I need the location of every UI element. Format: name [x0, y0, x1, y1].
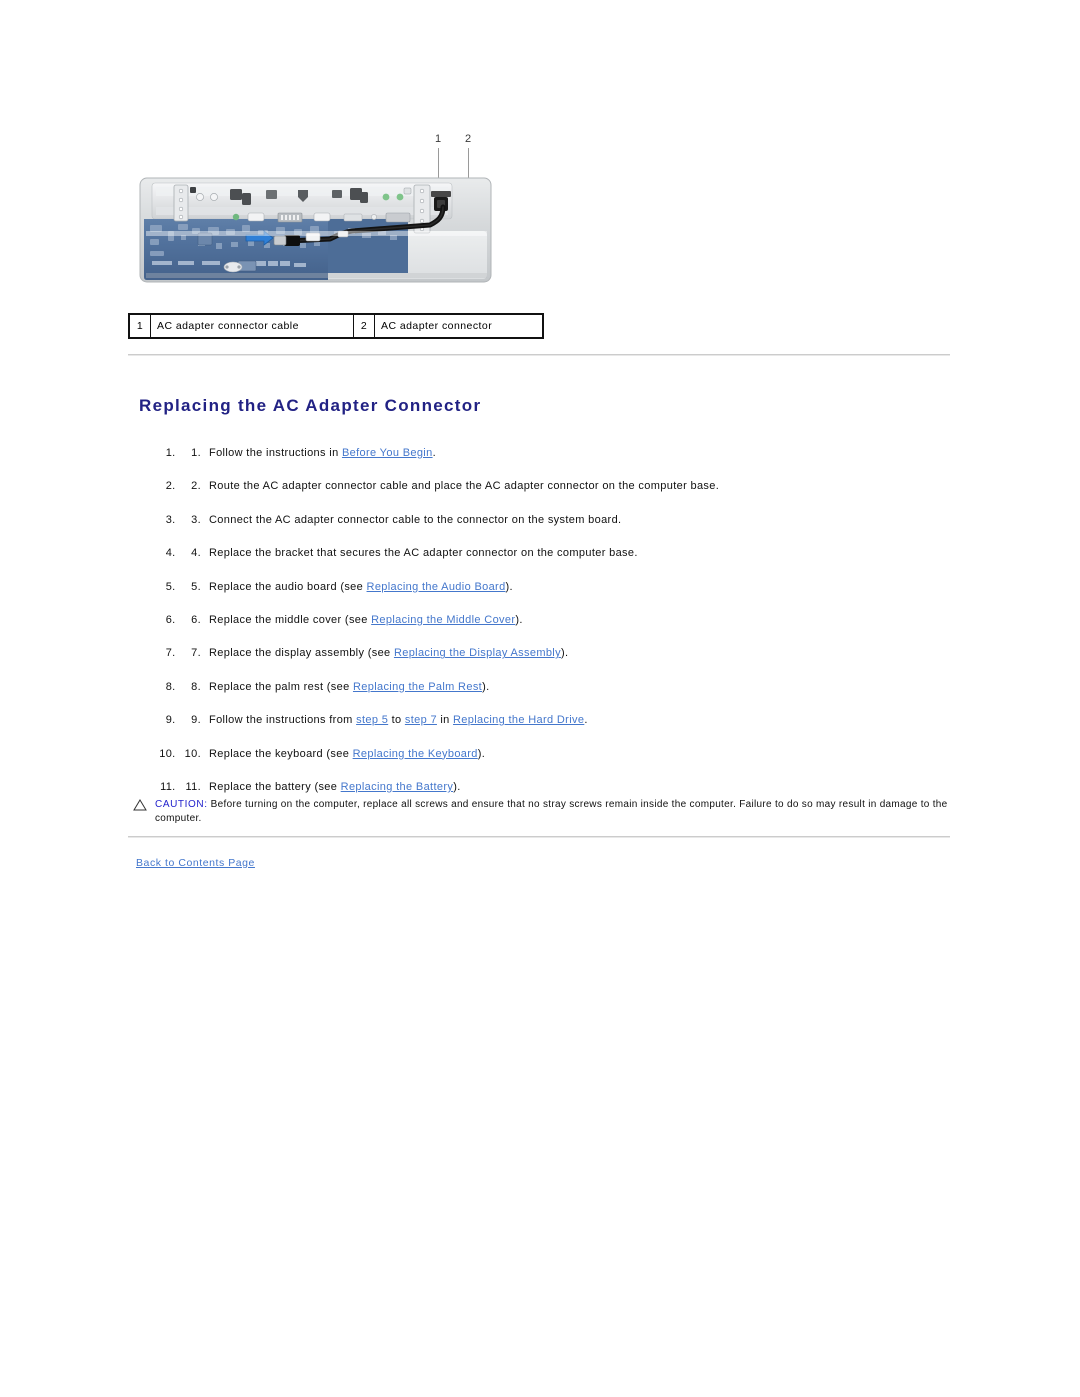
- step-number: 9.: [191, 714, 201, 727]
- procedure-steps-list: 1. Follow the instructions in Before You …: [139, 446, 979, 813]
- legend-number-2: 2: [353, 313, 375, 339]
- doc-cross-reference-link[interactable]: Replacing the Battery: [341, 781, 454, 793]
- doc-cross-reference-link[interactable]: step 5: [356, 714, 388, 726]
- step-text: Route the AC adapter connector cable and…: [209, 480, 720, 493]
- step-number: 2.: [191, 480, 201, 493]
- section-divider-caution: [128, 836, 950, 838]
- step-text: Connect the AC adapter connector cable t…: [209, 513, 622, 526]
- procedure-step: 4. Replace the bracket that secures the A…: [179, 546, 979, 560]
- laptop-base-photo: [139, 177, 492, 283]
- doc-cross-reference-link[interactable]: Replacing the Palm Rest: [353, 681, 482, 693]
- step-number: 4.: [191, 547, 201, 560]
- callout-number-2: 2: [465, 133, 472, 145]
- step-text: Replace the battery (see: [209, 780, 341, 793]
- step-number: 8.: [191, 680, 201, 693]
- step-number: 10.: [184, 747, 201, 760]
- procedure-step: 7. Replace the display assembly (see Repl…: [179, 646, 979, 660]
- step-text: to: [388, 714, 405, 727]
- step-text: ).: [482, 680, 490, 693]
- legend-number-1: 1: [128, 313, 151, 339]
- procedure-step: 3. Connect the AC adapter connector cable…: [179, 513, 979, 527]
- legend-label-2: AC adapter connector: [374, 313, 544, 339]
- figure-ac-adapter-connector: 1 2: [128, 128, 548, 308]
- step-text: Replace the audio board (see: [209, 580, 367, 593]
- step-text: ).: [453, 780, 461, 793]
- figure-legend-table: 1 AC adapter connector cable 2 AC adapte…: [128, 313, 544, 339]
- step-text: Follow the instructions in: [209, 447, 342, 459]
- callout-number-1: 1: [435, 133, 442, 145]
- step-text: in: [436, 714, 454, 727]
- doc-cross-reference-link[interactable]: Replacing the Display Assembly: [394, 647, 561, 659]
- section-divider-top: [128, 354, 950, 356]
- caution-label: CAUTION:: [155, 799, 208, 810]
- step-number: 11.: [185, 780, 201, 793]
- warning-triangle-icon: [133, 799, 147, 811]
- doc-cross-reference-link[interactable]: Replacing the Audio Board: [367, 581, 506, 593]
- step-text: Replace the display assembly (see: [209, 647, 394, 660]
- doc-cross-reference-link[interactable]: Replacing the Middle Cover: [371, 614, 515, 626]
- step-number: 6.: [191, 613, 201, 626]
- step-text: .: [432, 447, 436, 459]
- step-text: Replace the bracket that secures the AC …: [209, 547, 638, 560]
- step-text: Replace the keyboard (see: [209, 747, 353, 760]
- back-to-contents-link[interactable]: Back to Contents Page: [136, 857, 255, 869]
- procedure-step: 6. Replace the middle cover (see Replacin…: [179, 613, 979, 627]
- caution-body: Before turning on the computer, replace …: [155, 799, 948, 824]
- procedure-step: 11. Replace the battery (see Replacing th…: [179, 780, 979, 794]
- step-text: Replace the palm rest (see: [209, 680, 353, 693]
- caution-text-block: CAUTION: Before turning on the computer,…: [133, 798, 948, 825]
- step-number: 7.: [191, 647, 201, 660]
- doc-cross-reference-link[interactable]: Before You Begin: [342, 447, 433, 459]
- step-text: Replace the middle cover (see: [209, 613, 372, 626]
- procedure-step: 10. Replace the keyboard (see Replacing t…: [179, 747, 979, 761]
- step-text: Follow the instructions from: [209, 714, 357, 727]
- step-number: 5.: [191, 580, 201, 593]
- doc-cross-reference-link[interactable]: Replacing the Keyboard: [353, 748, 478, 760]
- step-text: ).: [515, 613, 523, 626]
- step-text: ).: [560, 647, 569, 660]
- procedure-step: 5. Replace the audio board (see Replacing…: [179, 580, 979, 594]
- procedure-step: 8. Replace the palm rest (see Replacing t…: [179, 680, 979, 694]
- legend-label-1: AC adapter connector cable: [150, 313, 354, 339]
- doc-cross-reference-link[interactable]: step 7: [405, 714, 437, 726]
- doc-cross-reference-link[interactable]: Replacing the Hard Drive: [453, 714, 584, 726]
- document-page: 1 2 1 AC adapter connector cable 2 AC ad…: [0, 0, 1080, 1397]
- table-row: 1 AC adapter connector cable 2 AC adapte…: [128, 313, 544, 339]
- caution-note: CAUTION: Before turning on the computer,…: [133, 798, 948, 825]
- step-number: 3.: [191, 513, 201, 526]
- procedure-step: 1. Follow the instructions in Before You …: [179, 446, 979, 460]
- page-title: Replacing the AC Adapter Connector: [139, 396, 482, 416]
- procedure-step: 2. Route the AC adapter connector cable a…: [179, 479, 979, 493]
- procedure-step: 9. Follow the instructions from step 5 to…: [179, 713, 979, 727]
- step-number: 1.: [191, 447, 201, 459]
- step-text: .: [584, 714, 588, 727]
- step-text: ).: [477, 747, 486, 760]
- step-text: ).: [505, 580, 513, 593]
